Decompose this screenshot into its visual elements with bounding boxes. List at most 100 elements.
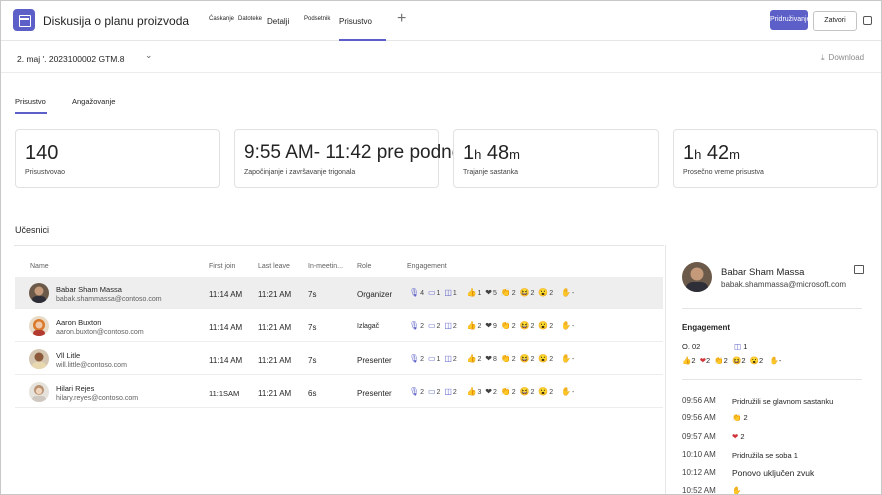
column-header-in-meeting[interactable]: In-meetin... (308, 263, 343, 270)
table-row[interactable]: Aaron Buxton aaron.buxton@contoso.com 11… (15, 310, 663, 342)
first-join: 11:1SAM (209, 389, 240, 398)
laugh-icon: 😆 (519, 387, 530, 396)
participant-name: Vll Litle (56, 351, 81, 360)
first-join: 11:14 AM (209, 323, 243, 332)
timeline-time: 10:10 AM (682, 450, 716, 459)
scr-count: 2 (452, 356, 457, 363)
surprised-icon: 😮 (538, 354, 549, 363)
laugh-count: 2 (530, 323, 535, 330)
camera-icon: ▭ (427, 387, 436, 396)
engagement-summary-text: O. 02 (682, 342, 701, 351)
raise-hand-icon: ✋ (769, 356, 779, 365)
column-header-role[interactable]: Role (357, 263, 371, 270)
engagement-summary: 🎙4 ▭1 ◫1 👍1 ❤5 👏2 😆2 😮2 ✋- (409, 288, 574, 297)
mic-icon: 🎙 (409, 288, 420, 297)
camera-icon: ▭ (427, 288, 436, 297)
timeline-event: ❤ 2 (732, 432, 745, 441)
clap-count: 2 (511, 356, 516, 363)
avatar (29, 283, 49, 303)
engagement-summary: 🎙2 ▭1 ◫2 👍2 ❤8 👏2 😆2 😮2 ✋- (409, 354, 574, 363)
tab-details[interactable]: Detalji (267, 17, 289, 26)
laugh-count: 2 (741, 356, 746, 365)
participant-email: will.little@contoso.com (56, 362, 127, 369)
tab-files[interactable]: Datoteke (238, 16, 262, 22)
participant-name: Aaron Buxton (56, 318, 102, 327)
heart-count: 2 (705, 356, 711, 365)
column-header-engagement[interactable]: Engagement (407, 263, 447, 270)
timeline-time: 09:57 AM (682, 432, 716, 441)
last-leave: 11:21 AM (258, 290, 292, 299)
like-icon: 👍 (466, 354, 477, 363)
mic-icon: 🎙 (409, 387, 420, 396)
screen-share-icon: ◫ (444, 354, 452, 363)
like-count: 1 (477, 290, 482, 297)
popout-icon[interactable] (863, 16, 872, 25)
surprised-icon: 😮 (538, 387, 549, 396)
download-button[interactable]: ⤓ Download (821, 53, 864, 63)
table-row[interactable]: Babar Sham Massa babak.shammassa@contoso… (15, 277, 663, 309)
tab-engagement[interactable]: Angažovanje (72, 97, 115, 106)
tab-chat[interactable]: Ćaskanje (209, 16, 234, 22)
close-panel-icon[interactable] (854, 265, 864, 274)
tab-attendance[interactable]: Prisustvo (339, 17, 386, 41)
scr-count: 2 (452, 323, 457, 330)
like-icon: 👍 (466, 387, 477, 396)
table-row[interactable]: Vll Litle will.little@contoso.com 11:14 … (15, 343, 663, 375)
surprised-icon: 😮 (749, 356, 760, 365)
cam-count: 1 (436, 290, 441, 297)
surprised-icon: 😮 (538, 288, 549, 297)
divider (682, 379, 862, 380)
tab-whiteboard[interactable]: Podsetnik (304, 16, 330, 22)
clap-icon: 👏 (500, 321, 511, 330)
timeline-text: 2 (743, 413, 748, 422)
clap-icon: 👏 (500, 387, 511, 396)
participant-email: babak.shammassa@contoso.com (56, 296, 162, 303)
participants-title: Učesnici (15, 225, 50, 235)
timeline-text: 2 (740, 432, 745, 441)
heart-count: 2 (492, 389, 497, 396)
screen-share-icon: ◫ (444, 387, 452, 396)
laugh-icon: 😆 (519, 288, 530, 297)
column-header-last-leave[interactable]: Last leave (258, 263, 290, 270)
participant-name: Babar Sham Massa (56, 285, 122, 294)
camera-icon: ▭ (427, 321, 436, 330)
role: Izlagač (357, 323, 380, 330)
stat-value-text: 1h 48m (463, 142, 521, 164)
chevron-down-icon[interactable]: ⌄ (145, 50, 153, 61)
wow-count: 2 (759, 356, 764, 365)
avatar (29, 382, 49, 402)
heart-icon: ❤ (485, 288, 492, 297)
column-header-name[interactable]: Name (30, 263, 49, 270)
timeline-text: Ponovo uključen zvuk (732, 468, 815, 478)
mic-count: 2 (420, 323, 425, 330)
stat-card-start-end: 9:55 AM- 11:42 pre podne Započinjanje i … (234, 129, 462, 188)
panel-participant-email: babak.shammassa@microsoft.com (721, 280, 847, 289)
timeline-event: ✋ (732, 486, 741, 494)
wow-count: 2 (549, 389, 554, 396)
heart-count: 5 (492, 290, 497, 297)
like-count: 2 (477, 356, 482, 363)
add-tab-icon[interactable]: + (397, 10, 406, 28)
panel-reactions: 👍2 ❤2 👏2 😆2 😮2 ✋- (682, 356, 781, 365)
hand-count: - (778, 356, 782, 365)
heart-icon: ❤ (732, 432, 739, 441)
divider (682, 308, 862, 309)
table-row[interactable]: Hilari Rejes hilary.reyes@contoso.com 11… (15, 376, 663, 408)
hand-count: - (571, 356, 575, 363)
scr-count: 1 (452, 290, 457, 297)
clap-count: 2 (511, 389, 516, 396)
like-count: 2 (477, 323, 482, 330)
tab-attendance-report[interactable]: Prisustvo (15, 97, 47, 114)
stat-label: Trajanje sastanka (463, 169, 518, 176)
meeting-date[interactable]: 2. maj '. 2023100002 GTM.8 (17, 54, 124, 64)
column-header-first-join[interactable]: First join (209, 263, 235, 270)
surprised-icon: 😮 (538, 321, 549, 330)
raise-hand-icon: ✋ (560, 288, 571, 297)
join-button[interactable]: Pridruživanje (770, 10, 810, 30)
laugh-icon: 😆 (519, 321, 530, 330)
raise-hand-icon: ✋ (560, 387, 571, 396)
avatar (29, 349, 49, 369)
close-button[interactable]: Zatvori (813, 11, 857, 31)
clap-icon: 👏 (500, 354, 511, 363)
meeting-date-bar: 2. maj '. 2023100002 GTM.8 ⌄ ⤓ Download (1, 41, 881, 73)
